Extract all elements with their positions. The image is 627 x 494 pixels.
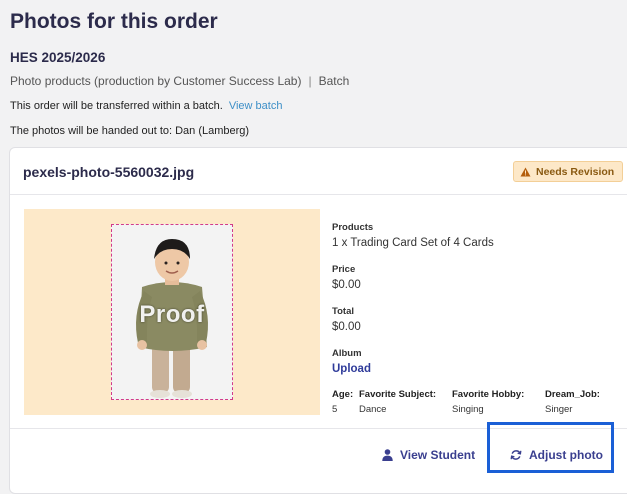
status-badge-label: Needs Revision [536,165,615,178]
proof-watermark: Proof [139,301,205,328]
products-value: 1 x Trading Card Set of 4 Cards [332,237,494,249]
attribute-value: Dance [359,404,387,415]
photo-file-name: pexels-photo-5560032.jpg [23,164,195,180]
view-batch-link[interactable]: View batch [229,100,283,112]
user-icon [382,449,393,461]
photo-preview-area: Proof [24,209,320,415]
attribute-key: Age: [332,389,354,400]
adjust-photo-highlight [487,422,614,473]
page-title: Photos for this order [10,10,218,33]
attribute-age: Age: 5 [332,389,353,415]
attribute-key: Favorite Subject: [359,389,437,400]
photo-card-header: pexels-photo-5560032.jpg Needs Revision [10,148,627,195]
attribute-favorite-hobby: Favorite Hobby: Singing [452,389,524,415]
total-value: $0.00 [332,321,361,333]
total-label: Total [332,306,354,317]
price-value: $0.00 [332,279,361,291]
order-name: HES 2025/2026 [10,50,106,65]
transfer-info: This order will be transferred within a … [10,100,282,112]
attribute-value: Singer [545,404,573,415]
transfer-text: This order will be transferred within a … [10,100,223,112]
album-label: Album [332,348,362,359]
view-student-label: View Student [400,448,476,462]
attribute-value: 5 [332,404,338,415]
product-description: Photo products (production by Customer S… [10,74,302,88]
view-student-button[interactable]: View Student [382,448,475,462]
status-badge: Needs Revision [513,161,624,182]
attribute-key: Dream_Job: [545,389,600,400]
album-upload-link[interactable]: Upload [332,363,371,375]
attribute-dream-job: Dream_Job: Singer [545,389,600,415]
products-label: Products [332,222,374,233]
product-line: Photo products (production by Customer S… [10,74,349,88]
attribute-key: Favorite Hobby: [452,389,525,400]
handout-info: The photos will be handed out to: Dan (L… [10,125,250,137]
price-label: Price [332,264,356,275]
student-attributes: Age: 5 Favorite Subject: Dance Favorite … [332,389,627,419]
attribute-favorite-subject: Favorite Subject: Dance [359,389,436,415]
warning-icon [520,167,531,177]
product-mode: Batch [318,74,350,88]
attribute-value: Singing [452,404,484,415]
product-separator: | [308,74,312,88]
photo-preview[interactable]: Proof [111,224,233,400]
